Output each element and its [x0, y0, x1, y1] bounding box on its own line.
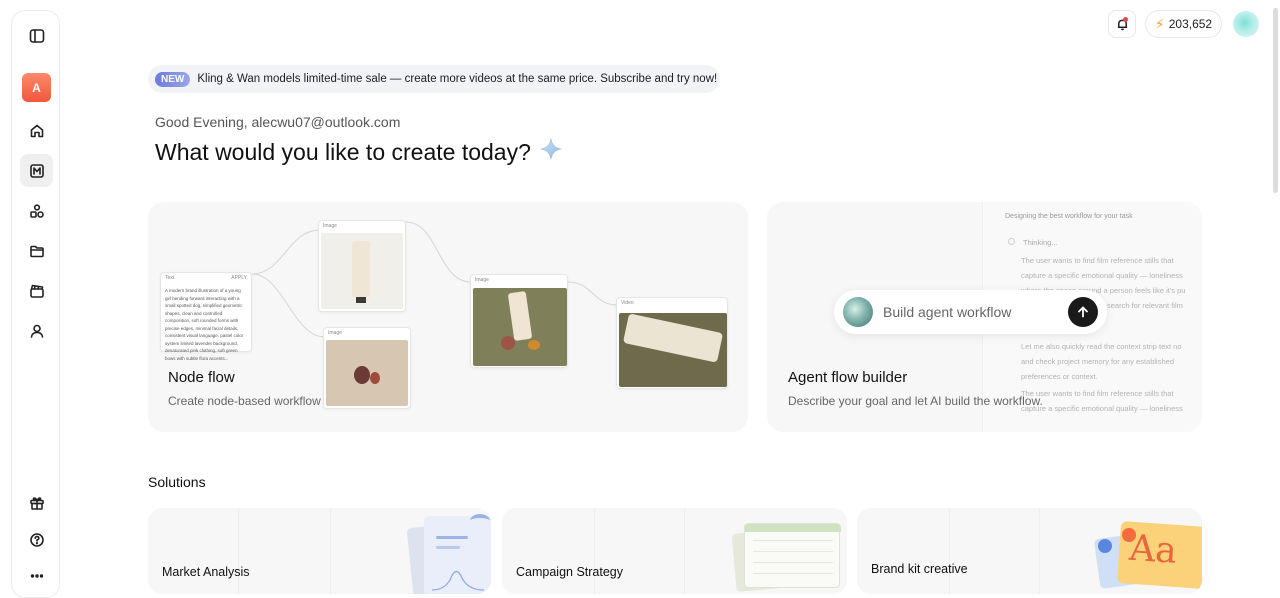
sidebar-item-videos[interactable] [20, 274, 53, 307]
text-node[interactable]: Text APPLY A modern brand illustration o… [160, 272, 252, 361]
image-node-fig[interactable]: Image [323, 327, 411, 409]
text-node-body: A modern brand illustration of a young g… [165, 288, 244, 361]
gift-icon [29, 496, 44, 510]
node-flow-description: Create node-based workflow [168, 394, 321, 408]
image-node-product[interactable]: Image [470, 274, 568, 368]
solution-label: Brand kit creative [871, 562, 968, 576]
m-box-icon [29, 163, 44, 178]
folder-icon [29, 245, 44, 257]
agent-line: and check project memory for any establi… [1021, 357, 1174, 366]
fig-image [326, 340, 408, 406]
headline-text: What would you like to create today? [155, 138, 531, 165]
solution-campaign-strategy[interactable]: Campaign Strategy [502, 508, 847, 594]
sidebar-item-more[interactable] [20, 559, 53, 592]
help-circle-icon [29, 532, 44, 547]
page-scrollbar[interactable] [1273, 8, 1278, 193]
agent-orb-icon [843, 297, 873, 327]
send-button[interactable] [1068, 297, 1098, 327]
shapes-icon [29, 203, 44, 218]
video-node-label: Video [621, 300, 634, 306]
agent-thinking: Thinking... [1023, 238, 1058, 247]
greeting-text: Good Evening, alecwu07@outlook.com [155, 114, 401, 130]
user-icon [30, 324, 43, 338]
page-title: What would you like to create today? [155, 137, 563, 167]
user-avatar[interactable] [1233, 11, 1259, 37]
home-icon [30, 124, 43, 137]
product-image [473, 288, 567, 366]
image-node-label: Image [323, 223, 337, 229]
video-node[interactable]: Video [616, 297, 728, 389]
agent-flow-description: Describe your goal and let AI build the … [788, 394, 1043, 408]
agent-line: The user wants to find film reference st… [1021, 256, 1174, 265]
lightning-bolt-icon: ⚡ [1154, 15, 1165, 32]
sidebar-item-files[interactable] [20, 234, 53, 267]
more-dots-icon [30, 573, 43, 578]
image-node-tube[interactable]: Image [318, 220, 406, 312]
notifications-button[interactable] [1108, 10, 1136, 38]
agent-input-placeholder: Build agent workflow [883, 304, 1012, 320]
sidebar-panel-icon [29, 28, 44, 43]
toggle-sidebar-button[interactable] [20, 19, 53, 52]
announcement-banner[interactable]: NEW Kling & Wan models limited-time sale… [148, 65, 720, 93]
credits-count: 203,652 [1168, 17, 1213, 31]
sidebar-item-help[interactable] [20, 523, 53, 556]
sidebar-item-gifts[interactable] [20, 486, 53, 519]
solution-market-analysis[interactable]: Market Analysis [148, 508, 491, 594]
agent-line: search for relevant film [1107, 301, 1183, 310]
image-node-label: Image [328, 330, 342, 336]
agent-workflow-input[interactable]: Build agent workflow [834, 290, 1107, 334]
clapperboard-icon [29, 284, 44, 298]
color-swatch-orange [1122, 528, 1136, 542]
image-node-label: Image [475, 277, 489, 283]
color-swatch-blue [1098, 539, 1112, 553]
solution-label: Market Analysis [162, 565, 250, 579]
agent-line: capture a specific emotional quality — l… [1021, 404, 1183, 413]
solutions-heading: Solutions [148, 474, 206, 490]
sidebar-item-home[interactable] [20, 114, 53, 147]
report-chart-art [424, 514, 491, 594]
sparkle-icon [539, 137, 563, 167]
announcement-text: Kling & Wan models limited-time sale — c… [197, 73, 718, 85]
workspace-avatar[interactable]: A [22, 73, 51, 102]
spreadsheet-art [744, 523, 841, 588]
thinking-spinner-icon [1008, 238, 1015, 245]
agent-line: Let me also quickly read the context str… [1021, 342, 1182, 351]
text-node-label: Text [165, 275, 175, 281]
arrow-up-icon [1078, 306, 1088, 318]
solution-brand-kit[interactable]: Aa Brand kit creative [857, 508, 1202, 594]
agent-line: preferences or context. [1021, 372, 1098, 381]
sidebar-item-workflow[interactable] [20, 154, 53, 187]
credits-button[interactable]: ⚡ 203,652 [1145, 10, 1222, 38]
sidebar-item-profile[interactable] [20, 314, 53, 347]
tube-image [321, 233, 403, 309]
agent-flow-card[interactable]: Designing the best workflow for your tas… [767, 202, 1202, 432]
video-thumbnail [619, 313, 727, 387]
solution-label: Campaign Strategy [516, 565, 624, 579]
text-node-apply: APPLY [231, 275, 247, 281]
agent-flow-title: Agent flow builder [788, 369, 908, 386]
agent-panel-heading: Designing the best workflow for your tas… [1005, 213, 1133, 220]
agent-line: capture a specific emotional quality — l… [1021, 271, 1183, 280]
sidebar: A [11, 10, 60, 598]
agent-line: The user wants to find film reference st… [1021, 389, 1174, 398]
node-flow-title: Node flow [168, 369, 235, 386]
sidebar-item-assets[interactable] [20, 194, 53, 227]
node-flow-card[interactable]: Text APPLY A modern brand illustration o… [148, 202, 748, 432]
new-badge: NEW [155, 71, 191, 87]
notification-dot [1123, 17, 1128, 22]
